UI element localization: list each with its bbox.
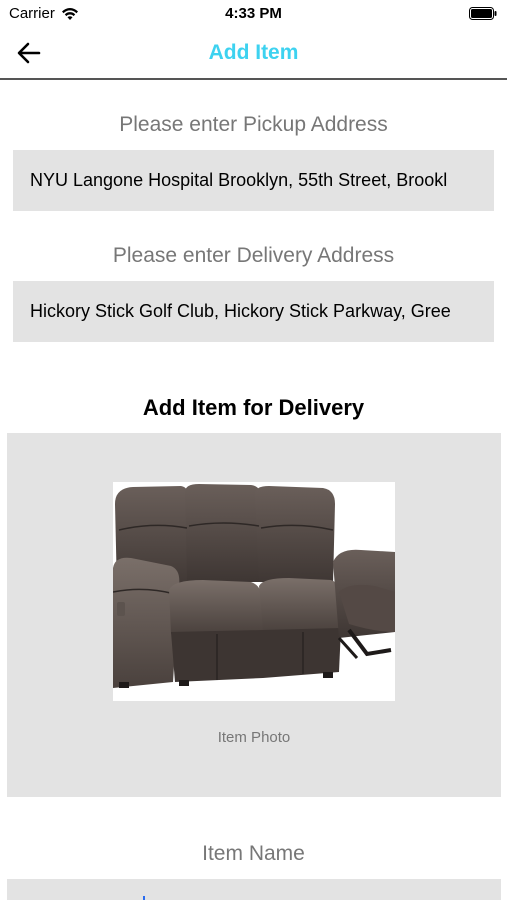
pickup-address-field[interactable] <box>13 150 494 211</box>
item-name-field[interactable] <box>7 879 501 900</box>
item-name-label: Item Name <box>202 842 305 865</box>
status-bar: Carrier 4:33 PM <box>0 0 507 28</box>
status-time: 4:33 PM <box>225 5 282 22</box>
text-cursor <box>143 896 145 900</box>
delivery-address-label: Please enter Delivery Address <box>112 244 395 267</box>
delivery-address-input[interactable] <box>13 281 494 342</box>
item-photo[interactable] <box>113 482 395 701</box>
item-photo-panel[interactable]: Item Photo <box>7 433 501 797</box>
sofa-image <box>113 484 395 688</box>
delivery-address-field[interactable] <box>13 281 494 342</box>
battery-icon <box>469 7 497 20</box>
navigation-bar: Add Item <box>0 28 507 80</box>
pickup-address-input[interactable] <box>13 150 494 211</box>
item-photo-caption: Item Photo <box>217 729 291 746</box>
page-title: Add Item <box>208 41 299 64</box>
add-item-heading: Add Item for Delivery <box>142 395 365 420</box>
pickup-address-label: Please enter Pickup Address <box>119 113 388 136</box>
